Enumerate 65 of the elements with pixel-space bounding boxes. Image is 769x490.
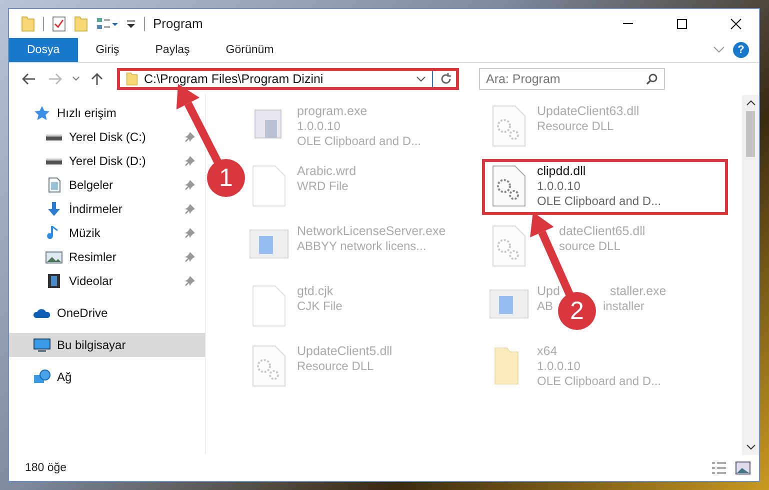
drive-icon [45,134,63,140]
file-details: WRD File [297,179,348,193]
sidebar-item[interactable]: OneDrive [9,301,205,325]
file-details: OLE Clipboard and D... [297,134,422,148]
checklist-icon [52,16,66,32]
ribbon-tab[interactable]: Dosya [9,38,78,62]
item-count: 180 öğe [25,462,68,474]
maximize-icon [676,18,688,30]
left-arrow-icon [22,73,36,85]
dropdown-icon[interactable] [126,18,136,28]
right-arrow-icon [48,73,62,85]
scrollbar-thumb[interactable] [746,111,755,157]
file-details: 1.0.0.10 [537,359,580,373]
search-field[interactable]: Ara: Program [479,68,665,90]
file-details: OLE Clipboard and D... [537,194,662,208]
sidebar-item[interactable]: Hızlı erişim [9,101,205,125]
ribbon-tab[interactable]: Paylaş [137,38,208,62]
file-name[interactable]: clipdd.dll [537,164,586,178]
sidebar-item[interactable]: Belgeler [9,173,205,197]
sidebar-item[interactable]: Ağ [9,365,205,389]
ribbon-tab[interactable]: Giriş [78,38,138,62]
chevron-down-icon[interactable] [416,76,426,82]
folder-icon [74,16,88,32]
file-details: Resource DLL [537,119,614,133]
sidebar-item[interactable]: Bu bilgisayar [9,333,205,357]
drive-icon [45,158,63,164]
monitor-icon [33,337,51,353]
file-details: 1.0.0.10 [537,179,580,193]
refresh-icon[interactable] [439,72,453,86]
sidebar-item[interactable]: Yerel Disk (C:) [9,125,205,149]
file-details: 1.0.0.10 [297,119,340,133]
file-details: source DLL [559,239,620,253]
large-icons-view-icon[interactable] [735,461,751,475]
file-details: Resource DLL [297,359,374,373]
folder-icon [21,16,35,32]
sidebar-item[interactable]: Videolar [9,269,205,293]
picture-icon [45,249,63,265]
search-icon [646,73,658,85]
window-title: Program [153,16,204,31]
network-icon [33,369,51,385]
properties-icon[interactable] [96,16,118,30]
file-details: CJK File [297,299,342,313]
file-details: installer [603,299,644,313]
down-arrow-icon [45,201,63,217]
folder-icon [126,72,138,86]
chevron-down-icon[interactable] [746,443,756,451]
star-icon [33,105,51,121]
up-arrow-icon [91,72,103,86]
details-view-icon[interactable] [711,461,727,475]
scrollbar[interactable] [742,95,759,455]
address-bar[interactable]: C:\Program Files\Program Dizini [117,68,459,90]
file-details: ABBYY network licens... [297,239,426,253]
minimize-icon [622,22,634,25]
sidebar-item[interactable]: Resimler [9,245,205,269]
film-icon [45,273,63,289]
close-icon [730,18,742,30]
sidebar-item[interactable]: Yerel Disk (D:) [9,149,205,173]
ribbon-tab[interactable]: Görünüm [208,38,292,62]
sidebar-item[interactable]: Müzik [9,221,205,245]
chevron-down-icon [72,76,80,82]
file-details: AB [537,299,554,313]
sidebar-item[interactable]: İndirmeler [9,197,205,221]
help-button[interactable]: ? [733,42,749,58]
chevron-up-icon[interactable] [746,99,756,107]
file-details: OLE Clipboard and D... [537,374,662,388]
